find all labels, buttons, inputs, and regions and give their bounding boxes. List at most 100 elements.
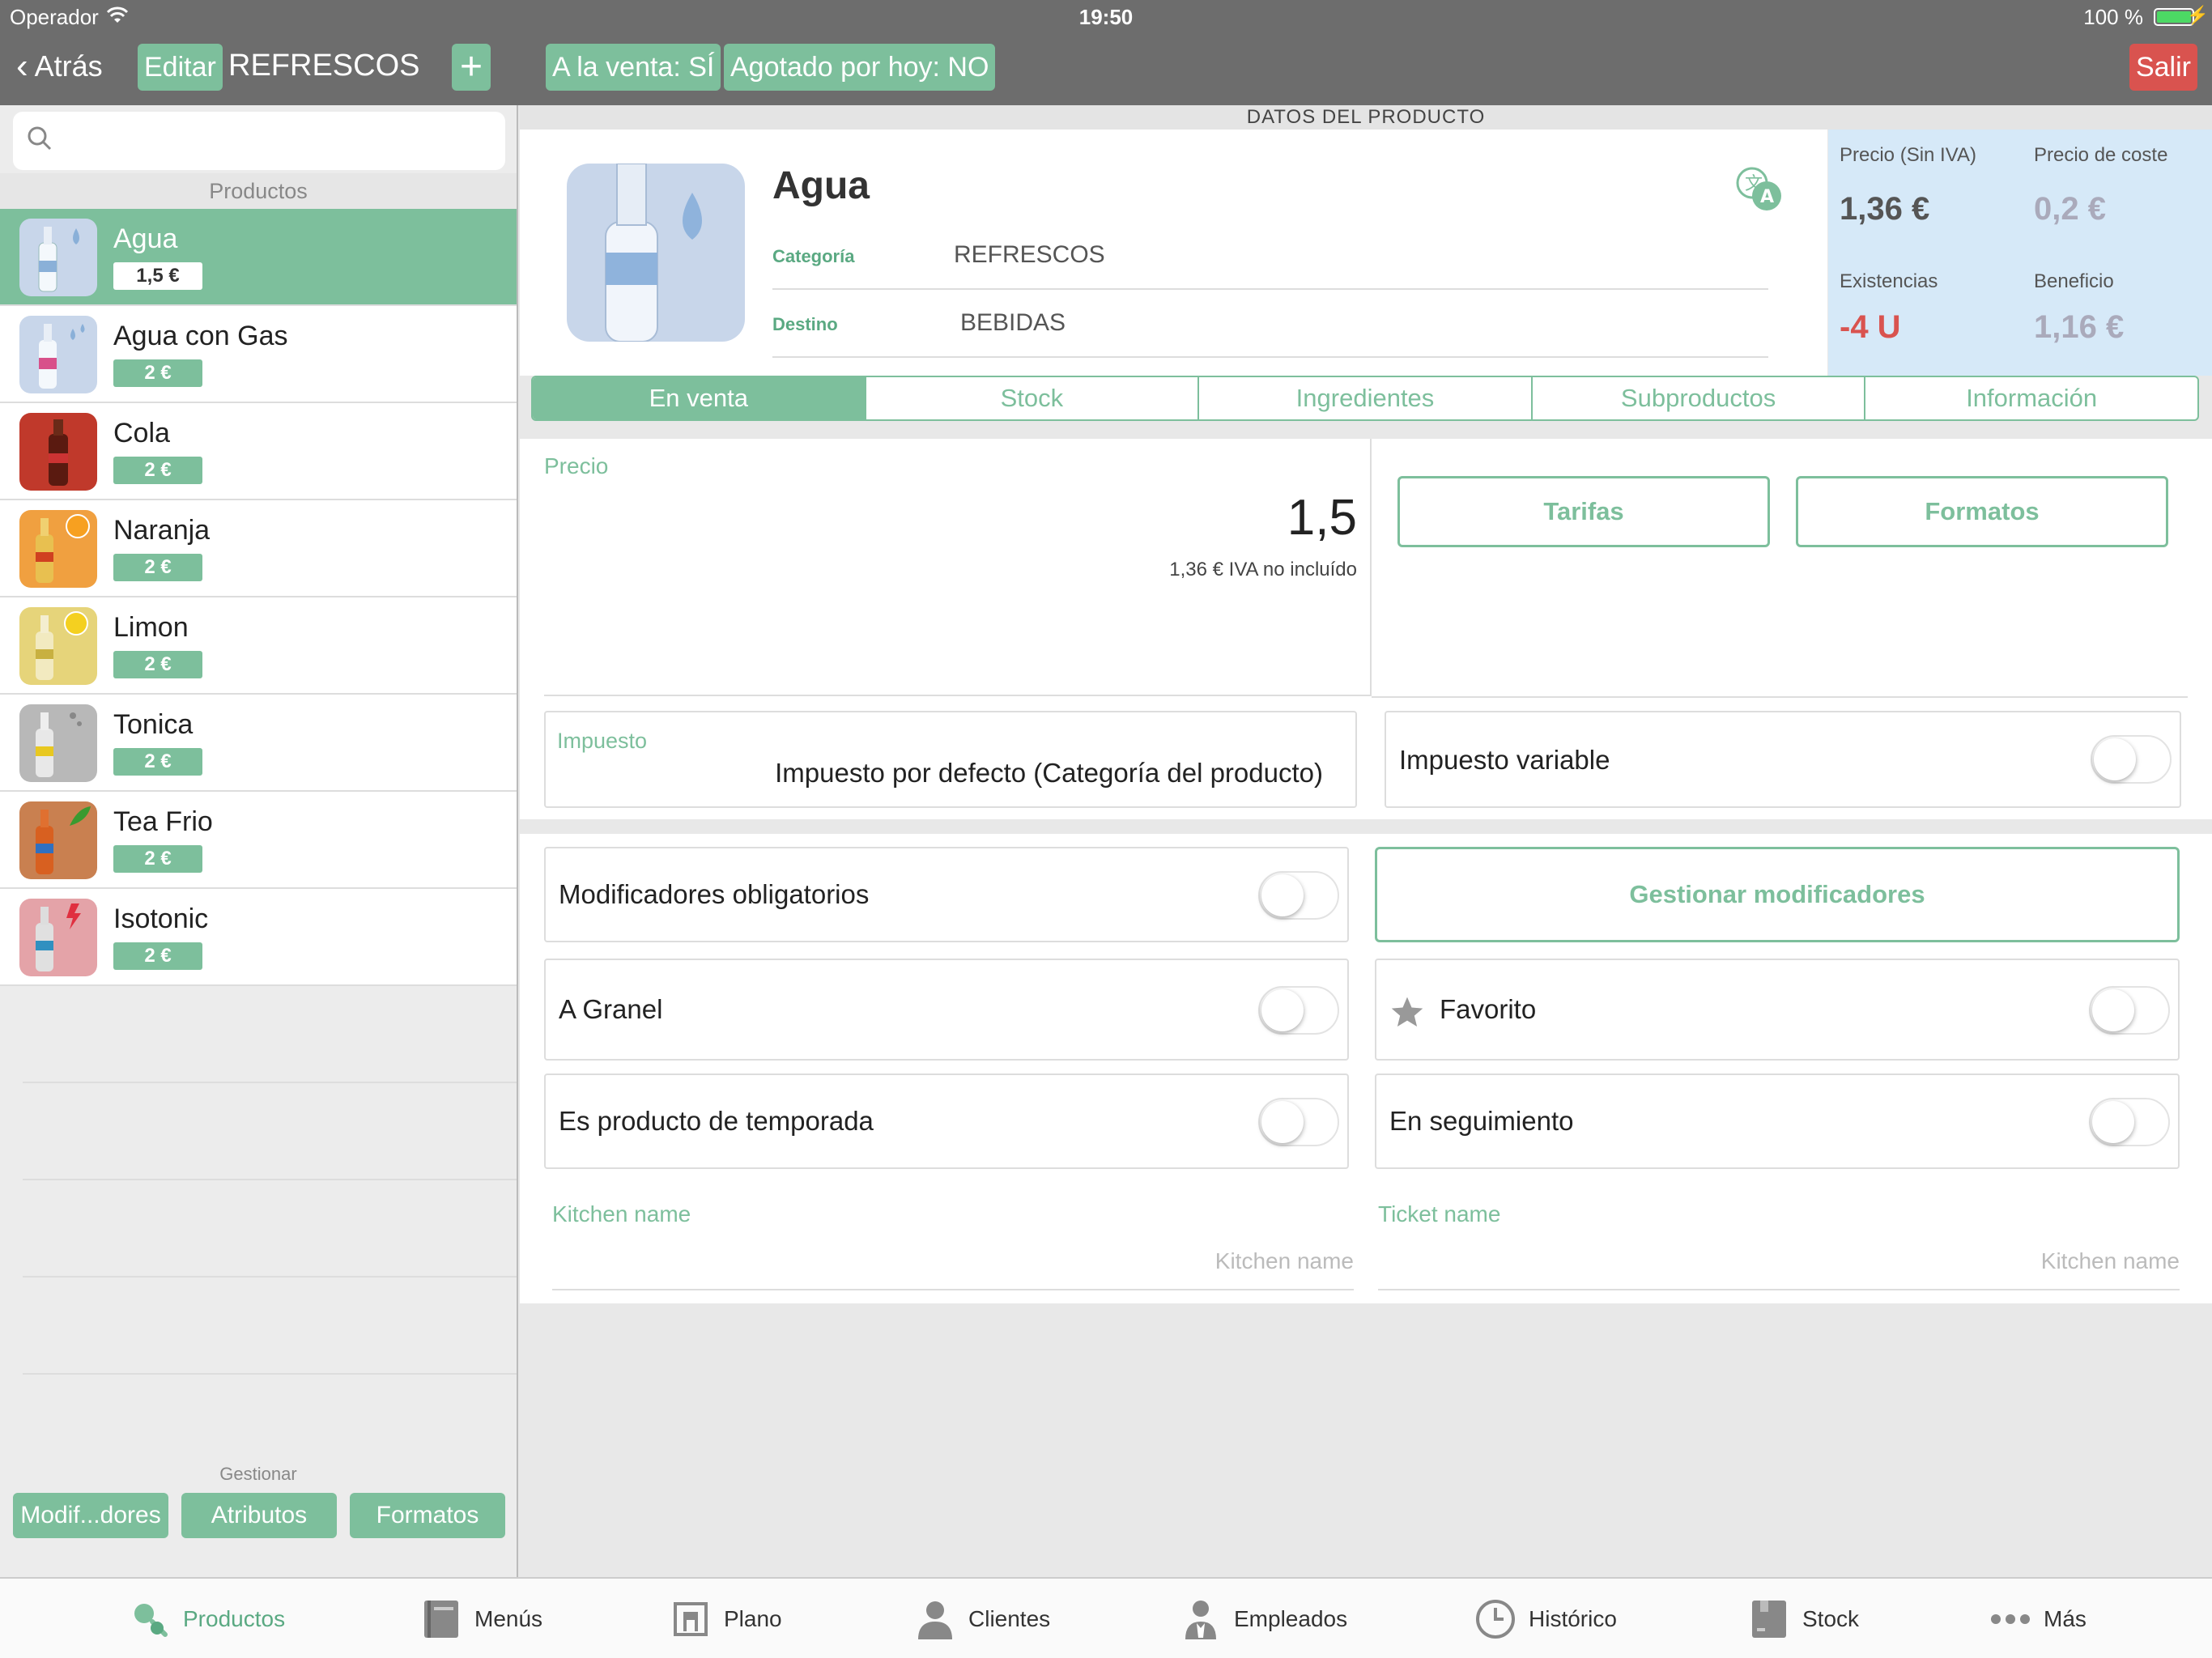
- list-item[interactable]: Tea Frio 2 €: [0, 792, 517, 889]
- kitchen-name-underline: [552, 1289, 1354, 1290]
- charging-icon: ⚡: [2186, 5, 2209, 25]
- product-name: Agua con Gas: [113, 321, 288, 351]
- product-price: 2 €: [113, 359, 202, 387]
- variable-tax-label: Impuesto variable: [1399, 745, 1610, 775]
- tabbar-menus[interactable]: Menús: [419, 1595, 542, 1643]
- tabbar-products-label: Productos: [183, 1606, 286, 1631]
- mandatory-modifiers-label: Modificadores obligatorios: [559, 879, 870, 909]
- bulk-row: A Granel: [544, 959, 1349, 1061]
- bottom-tab-bar: Productos Menús Plano Clientes Empleados…: [0, 1577, 2212, 1658]
- product-name: Cola: [113, 418, 170, 449]
- sold-out-button[interactable]: Agotado por hoy: NO: [724, 44, 996, 91]
- list-item[interactable]: Isotonic 2 €: [0, 889, 517, 986]
- tab-subproducts[interactable]: Subproductos: [1533, 377, 1866, 419]
- product-name: Naranja: [113, 515, 211, 546]
- manage-label: Gestionar: [219, 1464, 297, 1484]
- stock-value: -4 U: [1840, 309, 1901, 345]
- product-image[interactable]: [567, 164, 745, 342]
- list-item[interactable]: Tonica 2 €: [0, 695, 517, 792]
- tracking-toggle[interactable]: [2089, 1098, 2170, 1146]
- tabbar-floorplan-label: Plano: [724, 1606, 782, 1631]
- seasonal-label: Es producto de temporada: [559, 1106, 874, 1136]
- chevron-left-icon: ‹: [16, 46, 28, 86]
- add-product-button[interactable]: +: [452, 44, 491, 91]
- clock: 19:50: [1078, 5, 1134, 29]
- tab-information[interactable]: Información: [1865, 377, 2197, 419]
- employee-icon: [1185, 1601, 1216, 1639]
- list-item[interactable]: Agua 1,5 €: [0, 209, 517, 306]
- tabbar-floorplan[interactable]: Plano: [669, 1595, 782, 1643]
- list-item[interactable]: Agua con Gas 2 €: [0, 306, 517, 403]
- favorite-label: Favorito: [1440, 994, 1537, 1024]
- tabbar-stock[interactable]: Stock: [1747, 1595, 1859, 1643]
- profit-label: Beneficio: [2034, 270, 2114, 292]
- destination-row[interactable]: Destino BEBIDAS: [772, 290, 1768, 358]
- product-thumbnail: [19, 704, 97, 782]
- list-item[interactable]: Limon 2 €: [0, 597, 517, 695]
- options-panel: Modificadores obligatorios Gestionar mod…: [520, 834, 2212, 1201]
- tax-label: Impuesto: [557, 729, 648, 753]
- product-name: Tonica: [113, 709, 194, 740]
- profit-stat: Beneficio 1,16 €: [2034, 270, 2124, 346]
- list-item[interactable]: Naranja 2 €: [0, 500, 517, 597]
- attributes-button[interactable]: Atributos: [181, 1493, 337, 1538]
- on-sale-button[interactable]: A la venta: SÍ: [546, 44, 721, 91]
- svg-text:A: A: [1760, 187, 1774, 207]
- back-button[interactable]: ‹ Atrás: [16, 49, 103, 84]
- search-input[interactable]: [13, 112, 505, 170]
- menu-book-icon: [424, 1601, 458, 1638]
- variable-tax-toggle[interactable]: [2091, 735, 2172, 784]
- seasonal-toggle[interactable]: [1258, 1098, 1339, 1146]
- status-bar: Operador 19:50 100 % ⚡: [0, 0, 2212, 34]
- tax-field[interactable]: Impuesto Impuesto por defecto (Categoría…: [544, 711, 1357, 808]
- rates-button[interactable]: Tarifas: [1397, 476, 1770, 547]
- edit-button[interactable]: Editar: [138, 44, 223, 91]
- product-thumbnail: [19, 219, 97, 296]
- battery-percent: 100 %: [2083, 5, 2143, 29]
- price-value: 1,5: [1287, 490, 1357, 546]
- price-field[interactable]: 1,5 1,36 € IVA no incluído: [544, 439, 1372, 696]
- product-name-heading: Agua: [772, 164, 870, 207]
- tracking-row: En seguimiento: [1375, 1073, 2180, 1169]
- tab-ingredients[interactable]: Ingredientes: [1199, 377, 1533, 419]
- price-no-vat-label: Precio (Sin IVA): [1840, 144, 1976, 166]
- product-price: 2 €: [113, 748, 202, 776]
- cost-price-value: 0,2 €: [2034, 191, 2106, 227]
- profit-value: 1,16 €: [2034, 309, 2125, 345]
- bulk-toggle[interactable]: [1258, 986, 1339, 1035]
- cost-stat: Precio de coste 0,2 €: [2034, 144, 2167, 227]
- names-panel: Kitchen name Kitchen name Ticket name Ki…: [520, 1201, 2212, 1303]
- tabbar-products[interactable]: Productos: [128, 1595, 285, 1643]
- product-sidebar: Productos Agua 1,5 € Agua con Gas 2 € Co…: [0, 105, 518, 1577]
- category-row[interactable]: Categoría REFRESCOS: [772, 222, 1768, 290]
- tabbar-employees[interactable]: Empleados: [1179, 1595, 1347, 1643]
- price-panel: Precio 1,5 1,36 € IVA no incluído Tarifa…: [520, 439, 2212, 819]
- list-item[interactable]: Cola 2 €: [0, 403, 517, 500]
- products-icon: [134, 1604, 168, 1637]
- exit-button[interactable]: Salir: [2129, 44, 2197, 91]
- translate-icon[interactable]: 文 A: [1733, 165, 1784, 217]
- clock-icon: [1476, 1600, 1515, 1639]
- tabbar-history[interactable]: Histórico: [1474, 1595, 1617, 1643]
- tab-on-sale[interactable]: En venta: [533, 377, 866, 419]
- formats-button[interactable]: Formatos: [1796, 476, 2168, 547]
- empty-row: [23, 1180, 517, 1278]
- manage-modifiers-button[interactable]: Gestionar modificadores: [1375, 847, 2180, 942]
- favorite-toggle[interactable]: [2089, 986, 2170, 1035]
- ticket-name-input[interactable]: Kitchen name: [1378, 1248, 2180, 1274]
- products-section-header: Productos: [0, 173, 517, 209]
- tabbar-clients[interactable]: Clientes: [913, 1595, 1050, 1643]
- product-price: 2 €: [113, 457, 202, 484]
- formats-sidebar-button[interactable]: Formatos: [350, 1493, 505, 1538]
- product-thumbnail: [19, 899, 97, 976]
- kitchen-name-input[interactable]: Kitchen name: [552, 1248, 1354, 1274]
- product-price: 2 €: [113, 554, 202, 581]
- tab-stock[interactable]: Stock: [866, 377, 1200, 419]
- bulk-label: A Granel: [559, 994, 663, 1024]
- destination-value: BEBIDAS: [960, 309, 1066, 336]
- tabbar-employees-label: Empleados: [1234, 1606, 1348, 1631]
- modifiers-button[interactable]: Modif...dores: [13, 1493, 168, 1538]
- tabbar-more[interactable]: Más: [1989, 1595, 2087, 1643]
- mandatory-modifiers-toggle[interactable]: [1258, 871, 1339, 920]
- product-name: Limon: [113, 612, 189, 643]
